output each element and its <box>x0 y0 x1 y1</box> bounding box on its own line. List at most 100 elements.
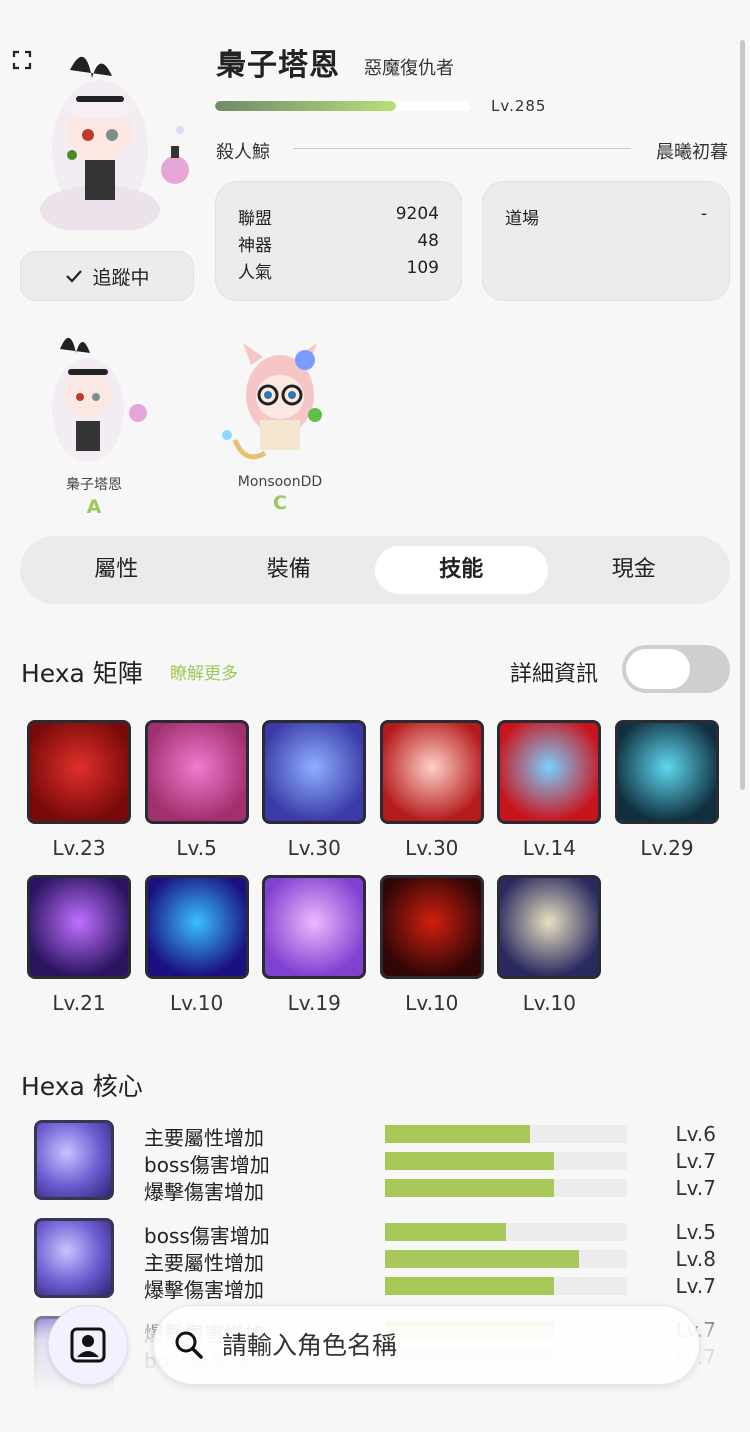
search-icon <box>175 1331 203 1359</box>
detail-info-label: 詳細資訊 <box>510 662 599 687</box>
check-icon <box>66 270 83 283</box>
character-class: 惡魔復仇者 <box>364 58 454 79</box>
character-card-1[interactable]: MonsoonDD C <box>205 325 355 514</box>
hexa-skill-icon[interactable] <box>615 720 719 824</box>
hexa-skill-level: Lv.30 <box>405 836 459 860</box>
tab-equipment[interactable]: 裝備 <box>203 546 376 594</box>
hexa-core-icon[interactable] <box>34 1218 114 1298</box>
core-stat-bar <box>385 1152 627 1170</box>
artifact-row: 神器 48 <box>238 231 439 256</box>
core-stat-level: Lv.8 <box>675 1247 716 1271</box>
fame-label: 人氣 <box>238 263 272 283</box>
character-card-grade: A <box>86 496 102 518</box>
artifact-label: 神器 <box>238 236 272 256</box>
tab-skills[interactable]: 技能 <box>375 546 548 594</box>
core-stat-level: Lv.5 <box>675 1220 716 1244</box>
core-stat-label: boss傷害增加 <box>144 1153 270 1177</box>
hexa-skill-icon[interactable] <box>27 720 131 824</box>
hexa-skill-icon[interactable] <box>262 875 367 979</box>
core-stat-bar <box>385 1250 627 1268</box>
hexa-skill-icon[interactable] <box>144 720 249 824</box>
hexa-skill-icon[interactable] <box>379 875 484 979</box>
hexa-matrix-title: Hexa 矩陣 <box>21 659 143 688</box>
guild-name[interactable]: 殺人鯨 <box>216 138 270 164</box>
character-card-name: MonsoonDD <box>237 474 323 490</box>
character-card-grade: C <box>273 492 287 514</box>
divider <box>293 148 631 149</box>
artifact-value: 48 <box>417 231 439 251</box>
character-card-name: 梟子塔恩 <box>66 477 122 493</box>
fullscreen-icon[interactable] <box>12 50 32 70</box>
tab-attributes[interactable]: 屬性 <box>30 546 203 594</box>
hexa-skill-level: Lv.21 <box>52 991 106 1015</box>
core-stat-label: 主要屬性增加 <box>144 1251 264 1275</box>
exp-bar <box>215 101 470 111</box>
hexa-skill-level: Lv.10 <box>405 991 459 1015</box>
core-stat-bar <box>385 1223 627 1241</box>
core-stat-bar-fill <box>385 1223 506 1241</box>
core-stat-bar-fill <box>385 1125 531 1143</box>
search-input[interactable] <box>222 1330 652 1360</box>
dojo-row: 道場 - <box>505 204 707 229</box>
profile-button[interactable] <box>48 1305 128 1385</box>
dojo-value: - <box>700 204 707 224</box>
dojo-label: 道場 <box>505 209 539 229</box>
hexa-skill-icon[interactable] <box>497 720 602 824</box>
union-label: 聯盟 <box>238 209 272 229</box>
union-value: 9204 <box>395 204 439 224</box>
hexa-skill-icon[interactable] <box>379 720 484 824</box>
scrollbar[interactable] <box>740 40 745 790</box>
hexa-skill-level: Lv.29 <box>640 836 694 860</box>
hexa-skill-level: Lv.23 <box>52 836 106 860</box>
toggle-knob <box>626 649 690 689</box>
exp-bar-fill <box>215 101 397 111</box>
hexa-skill-level: Lv.19 <box>287 991 341 1015</box>
core-stat-level: Lv.6 <box>675 1122 716 1146</box>
character-card-0[interactable]: 梟子塔恩 A <box>38 325 150 518</box>
character-level: Lv.285 <box>491 97 547 115</box>
hexa-core-title: Hexa 核心 <box>21 1072 143 1101</box>
core-stat-level: Lv.7 <box>675 1149 716 1173</box>
hexa-skill-level: Lv.5 <box>176 836 217 860</box>
core-stat-bar-fill <box>385 1250 579 1268</box>
hexa-skill-icon[interactable] <box>144 875 249 979</box>
character-thumb-avatar <box>52 337 147 462</box>
core-stat-level: Lv.7 <box>675 1274 716 1298</box>
hexa-skill-level: Lv.10 <box>169 991 224 1015</box>
tracking-label: 追蹤中 <box>92 266 150 289</box>
search-bar[interactable] <box>153 1305 700 1385</box>
hexa-skill-level: Lv.30 <box>287 836 341 860</box>
character-name: 梟子塔恩 <box>216 48 340 83</box>
core-stat-label: boss傷害增加 <box>144 1224 270 1248</box>
hexa-skill-icon[interactable] <box>262 720 367 824</box>
tracking-button[interactable]: 追蹤中 <box>20 251 194 301</box>
core-stat-label: 爆擊傷害增加 <box>144 1180 264 1204</box>
dojo-stats-card: 道場 - <box>482 181 730 301</box>
core-stat-bar-fill <box>385 1179 555 1197</box>
union-stats-card: 聯盟 9204 神器 48 人氣 109 <box>215 181 462 301</box>
detail-info-toggle[interactable] <box>622 645 730 693</box>
hexa-skill-icon[interactable] <box>497 875 602 979</box>
character-thumb-avatar <box>222 343 322 460</box>
character-avatar <box>30 40 200 235</box>
union-row: 聯盟 9204 <box>238 204 439 229</box>
hexa-core-icon[interactable] <box>34 1120 114 1200</box>
core-stat-bar-fill <box>385 1152 555 1170</box>
hexa-skill-icon[interactable] <box>27 875 131 979</box>
world-name: 晨曦初暮 <box>656 142 728 163</box>
core-stat-label: 爆擊傷害增加 <box>144 1278 264 1302</box>
core-stat-bar <box>385 1125 627 1143</box>
learn-more-link[interactable]: 瞭解更多 <box>170 659 238 684</box>
hexa-skill-level: Lv.10 <box>522 991 576 1015</box>
core-stat-bar <box>385 1179 627 1197</box>
core-stat-bar <box>385 1277 627 1295</box>
core-stat-level: Lv.7 <box>675 1176 716 1200</box>
fame-value: 109 <box>406 258 439 278</box>
tab-cash[interactable]: 現金 <box>548 546 721 594</box>
user-card-icon <box>70 1327 106 1363</box>
fame-row: 人氣 109 <box>238 258 439 283</box>
tab-bar: 屬性 裝備 技能 現金 <box>20 536 730 604</box>
core-stat-label: 主要屬性增加 <box>144 1126 264 1150</box>
core-stat-bar-fill <box>385 1277 555 1295</box>
hexa-skill-level: Lv.14 <box>522 836 576 860</box>
